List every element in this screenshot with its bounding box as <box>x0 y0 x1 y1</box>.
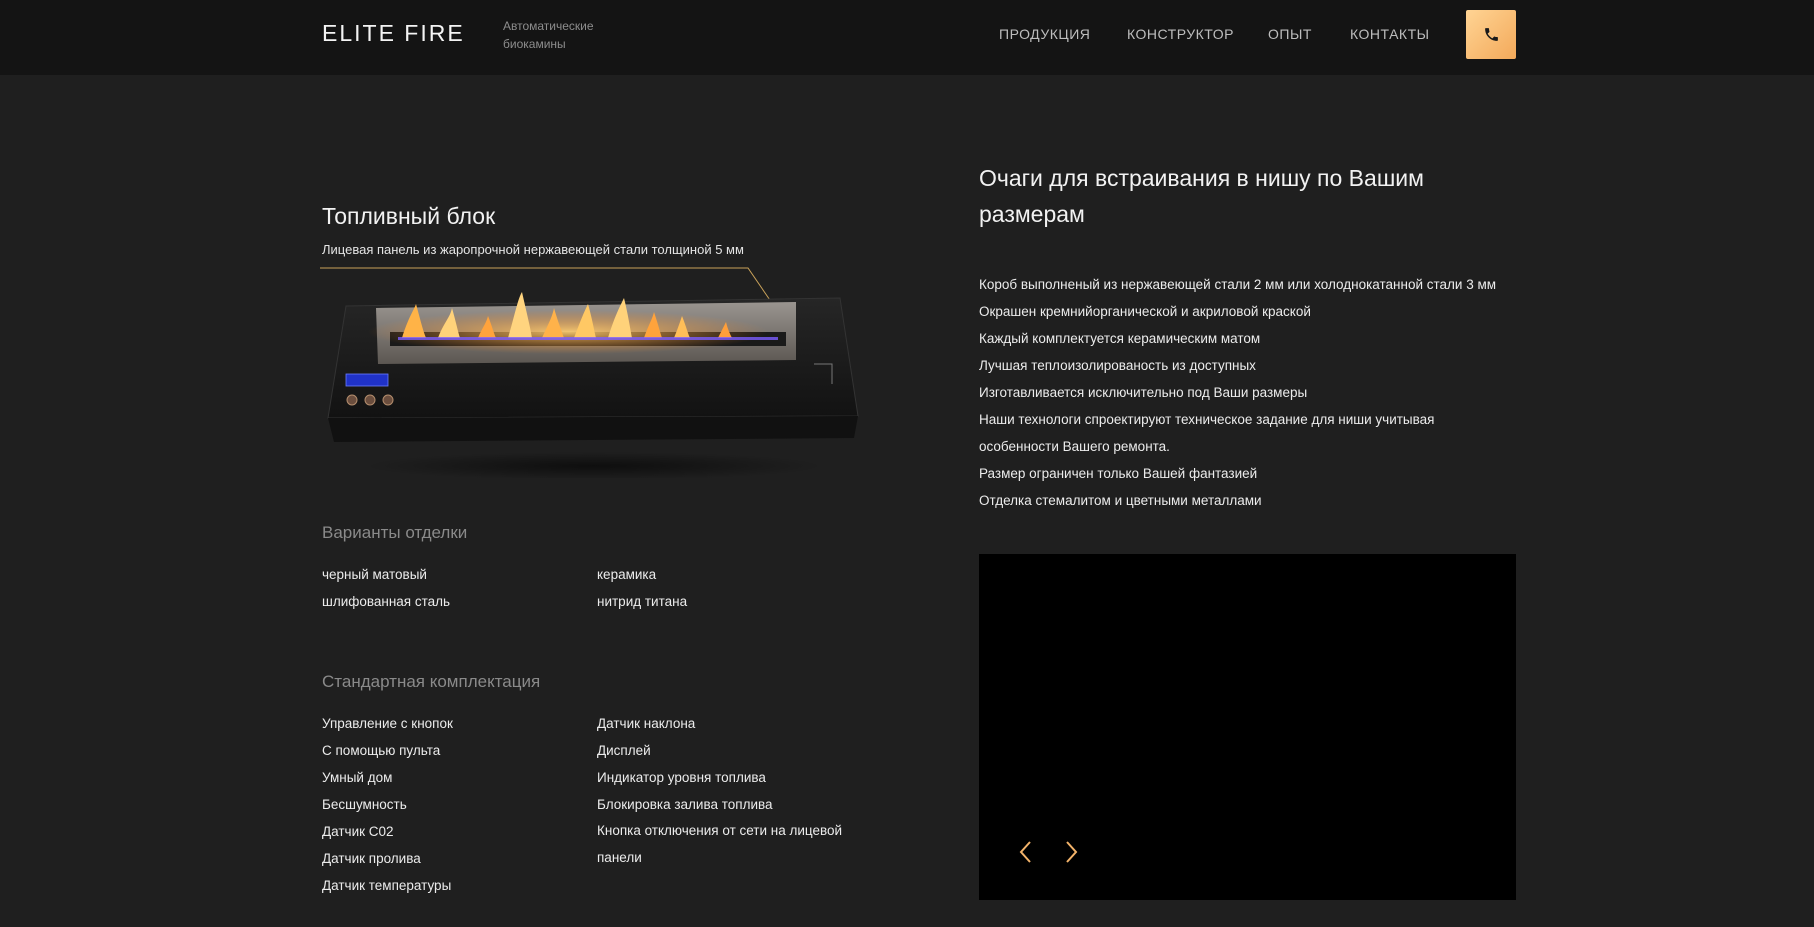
niche-feature: Наши технологи спроектируют техническое … <box>979 412 1435 427</box>
equipment-item: С помощью пульта <box>322 743 441 758</box>
site-header: ELITE FIRE Автоматические биокамины ПРОД… <box>0 0 1814 75</box>
equipment-item: Датчик температуры <box>322 878 452 893</box>
phone-button[interactable] <box>1466 10 1516 59</box>
fireplace-burner-image <box>327 292 859 478</box>
chevron-left-icon[interactable] <box>1015 838 1037 866</box>
equipment-item: Датчик наклона <box>597 716 696 731</box>
equipment-item: Управление с кнопок <box>322 716 453 731</box>
equipment-item: Умный дом <box>322 770 393 785</box>
fuel-block-title: Топливный блок <box>322 203 496 229</box>
equipment-item: Дисплей <box>597 743 651 758</box>
equipment-item: Блокировка залива топлива <box>597 797 773 812</box>
niche-feature: Каждый комплектуется керамическим матом <box>979 331 1261 346</box>
niche-feature: Короб выполненый из нержавеющей стали 2 … <box>979 277 1497 292</box>
brand-logo[interactable]: ELITE FIRE <box>322 20 465 47</box>
nav-constructor[interactable]: КОНСТРУКТОР <box>1127 26 1234 42</box>
caption-callout-line <box>320 267 775 307</box>
niche-title: Очаги для встраивания в нишу по Вашим ра… <box>979 165 1424 227</box>
brand-tagline: Автоматические биокамины <box>503 19 594 51</box>
niche-feature: Отделка стемалитом и цветными металлами <box>979 493 1262 508</box>
chevron-right-icon[interactable] <box>1060 838 1082 866</box>
niche-feature: особенности Вашего ремонта. <box>979 439 1170 454</box>
nav-products[interactable]: ПРОДУКЦИЯ <box>999 26 1090 42</box>
finish-item: керамика <box>597 567 657 582</box>
niche-feature: Окрашен кремнийорганической и акриловой … <box>979 304 1311 319</box>
finish-item: шлифованная сталь <box>322 594 451 609</box>
equipment-item: Индикатор уровня топлива <box>597 770 766 785</box>
niche-feature: Изготавливается исключительно под Ваши р… <box>979 385 1308 400</box>
finish-item: нитрид титана <box>597 594 688 609</box>
finishes-title: Варианты отделки <box>322 523 468 542</box>
phone-icon <box>1484 28 1498 41</box>
nav-contacts[interactable]: КОНТАКТЫ <box>1350 26 1430 42</box>
finish-item: черный матовый <box>322 567 427 582</box>
equipment-item: Бесшумность <box>322 797 407 812</box>
niche-feature: Лучшая теплоизолированость из доступных <box>979 358 1256 373</box>
fuel-block-caption: Лицевая панель из жаропрочной нержавеюще… <box>322 242 744 257</box>
equipment-item: Датчик С02 <box>322 824 394 839</box>
equipment-item: Кнопка отключения от сети на лицевой пан… <box>597 823 843 865</box>
equipment-item: Датчик пролива <box>322 851 421 866</box>
nav-experience[interactable]: ОПЫТ <box>1268 26 1312 42</box>
equipment-title: Стандартная комплектация <box>322 672 541 691</box>
niche-feature: Размер ограничен только Вашей фантазией <box>979 466 1258 481</box>
